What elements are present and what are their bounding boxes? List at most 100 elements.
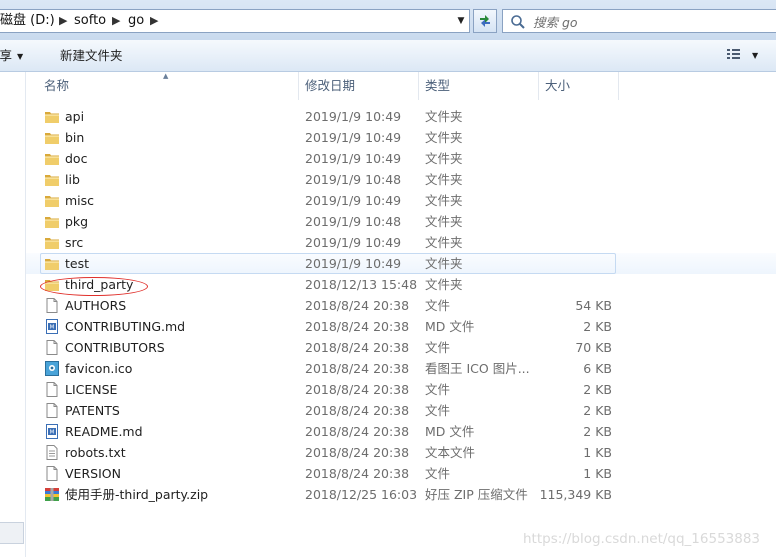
file-name: misc — [65, 193, 95, 208]
file-modified-date: 2019/1/9 10:48 — [305, 214, 402, 229]
file-size: 1 KB — [583, 445, 612, 460]
column-header-type[interactable]: 类型 — [419, 72, 539, 100]
folder-icon — [44, 172, 60, 187]
file-type: 文件夹 — [425, 193, 463, 208]
breadcrumb-go[interactable]: go — [128, 13, 144, 29]
file-name: third_party — [65, 277, 134, 292]
file-name: pkg — [65, 214, 89, 229]
file-name: lib — [65, 172, 80, 187]
file-row[interactable]: LICENSE 2018/8/24 20:38 文件 2 KB — [26, 379, 776, 400]
folder-icon — [44, 109, 60, 124]
share-label: 共享 — [0, 48, 13, 63]
file-type: 文件 — [425, 403, 451, 418]
svg-text:M: M — [50, 325, 55, 331]
search-input[interactable] — [531, 12, 765, 32]
file-modified-date: 2018/12/13 15:48 — [305, 277, 418, 292]
file-type: 好压 ZIP 压缩文件 — [425, 487, 528, 502]
file-type: 文本文件 — [425, 445, 476, 460]
breadcrumb-separator[interactable]: ▶ — [59, 13, 67, 29]
file-row[interactable]: VERSION 2018/8/24 20:38 文件 1 KB — [26, 463, 776, 484]
file-type: 文件夹 — [425, 277, 463, 292]
file-modified-date: 2018/8/24 20:38 — [305, 361, 410, 376]
folder-icon — [44, 193, 60, 208]
file-row[interactable]: pkg 2019/1/9 10:48 文件夹 — [26, 211, 776, 232]
file-size: 2 KB — [583, 424, 612, 439]
breadcrumb-separator[interactable]: ▶ — [150, 13, 158, 29]
refresh-icon — [480, 15, 490, 27]
file-icon — [44, 382, 60, 397]
file-modified-date: 2019/1/9 10:49 — [305, 109, 402, 124]
file-type: 文件夹 — [425, 130, 463, 145]
view-dropdown-icon[interactable]: ▼ — [752, 48, 758, 64]
folder-icon — [44, 130, 60, 145]
breadcrumb-separator[interactable]: ▶ — [112, 13, 120, 29]
column-headers: ▲ 名称 修改日期 类型 大小 — [26, 72, 776, 100]
column-header-name[interactable]: 名称 — [38, 72, 299, 100]
file-name: AUTHORS — [65, 298, 127, 313]
folder-icon — [44, 214, 60, 229]
file-row[interactable]: api 2019/1/9 10:49 文件夹 — [26, 106, 776, 127]
file-type: 文件夹 — [425, 214, 463, 229]
file-row[interactable]: doc 2019/1/9 10:49 文件夹 — [26, 148, 776, 169]
file-modified-date: 2018/8/24 20:38 — [305, 298, 410, 313]
file-modified-date: 2018/8/24 20:38 — [305, 382, 410, 397]
file-modified-date: 2018/8/24 20:38 — [305, 445, 410, 460]
file-name: VERSION — [65, 466, 121, 481]
file-modified-date: 2019/1/9 10:49 — [305, 151, 402, 166]
file-size: 2 KB — [583, 403, 612, 418]
file-modified-date: 2018/8/24 20:38 — [305, 466, 410, 481]
navigation-pane-scroll-item[interactable] — [0, 522, 24, 544]
file-type: MD 文件 — [425, 319, 475, 334]
file-row[interactable]: CONTRIBUTORS 2018/8/24 20:38 文件 70 KB — [26, 337, 776, 358]
view-options-button[interactable] — [726, 48, 742, 64]
folder-icon — [44, 277, 60, 292]
file-modified-date: 2019/1/9 10:49 — [305, 235, 402, 250]
file-size: 2 KB — [583, 319, 612, 334]
file-row[interactable]: M CONTRIBUTING.md 2018/8/24 20:38 MD 文件 2 KB — [26, 316, 776, 337]
file-name: CONTRIBUTING.md — [65, 319, 186, 334]
file-modified-date: 2018/12/25 16:03 — [305, 487, 418, 502]
file-row[interactable]: src 2019/1/9 10:49 文件夹 — [26, 232, 776, 253]
file-row[interactable]: robots.txt 2018/8/24 20:38 文本文件 1 KB — [26, 442, 776, 463]
command-bar: 共享 ▼ 新建文件夹 ▼ — [0, 40, 776, 72]
search-box[interactable] — [502, 9, 776, 33]
md-file-icon: M — [44, 319, 60, 334]
file-row[interactable]: third_party 2018/12/13 15:48 文件夹 — [26, 274, 776, 295]
file-type: 文件夹 — [425, 109, 463, 124]
file-modified-date: 2019/1/9 10:49 — [305, 130, 402, 145]
file-row[interactable]: lib 2019/1/9 10:48 文件夹 — [26, 169, 776, 190]
file-modified-date: 2019/1/9 10:49 — [305, 193, 402, 208]
share-button[interactable]: 共享 ▼ — [0, 48, 23, 64]
file-type: 看图王 ICO 图片... — [425, 361, 530, 376]
file-name: doc — [65, 151, 88, 166]
address-bar[interactable]: 磁盘 (D:) ▶ softo ▶ go ▶ ▼ — [0, 9, 470, 33]
file-row[interactable]: M README.md 2018/8/24 20:38 MD 文件 2 KB — [26, 421, 776, 442]
file-row[interactable]: test 2019/1/9 10:49 文件夹 — [26, 253, 776, 274]
address-dropdown-icon[interactable]: ▼ — [453, 10, 469, 32]
file-row[interactable]: 使用手册-third_party.zip 2018/12/25 16:03 好压 Z… — [26, 484, 776, 505]
chevron-down-icon: ▼ — [17, 51, 24, 61]
file-row[interactable]: bin 2019/1/9 10:49 文件夹 — [26, 127, 776, 148]
column-header-date[interactable]: 修改日期 — [299, 72, 419, 100]
folder-icon — [44, 235, 60, 250]
file-type: 文件 — [425, 340, 451, 355]
md-file-icon: M — [44, 424, 60, 439]
navigation-pane[interactable] — [0, 72, 26, 557]
file-size: 2 KB — [583, 382, 612, 397]
file-name: README.md — [65, 424, 143, 439]
folder-icon — [44, 256, 60, 271]
breadcrumb-drive[interactable]: 磁盘 (D:) — [0, 13, 55, 29]
breadcrumb-softo[interactable]: softo — [74, 13, 106, 29]
file-row[interactable]: AUTHORS 2018/8/24 20:38 文件 54 KB — [26, 295, 776, 316]
file-modified-date: 2018/8/24 20:38 — [305, 403, 410, 418]
file-row[interactable]: favicon.ico 2018/8/24 20:38 看图王 ICO 图片... 6… — [26, 358, 776, 379]
text-file-icon — [44, 445, 60, 460]
file-row[interactable]: PATENTS 2018/8/24 20:38 文件 2 KB — [26, 400, 776, 421]
file-row[interactable]: misc 2019/1/9 10:49 文件夹 — [26, 190, 776, 211]
column-header-size[interactable]: 大小 — [539, 72, 619, 100]
file-modified-date: 2018/8/24 20:38 — [305, 319, 410, 334]
file-name: favicon.ico — [65, 361, 133, 376]
refresh-button[interactable] — [473, 9, 497, 33]
file-name: PATENTS — [65, 403, 120, 418]
new-folder-button[interactable]: 新建文件夹 — [60, 48, 123, 64]
